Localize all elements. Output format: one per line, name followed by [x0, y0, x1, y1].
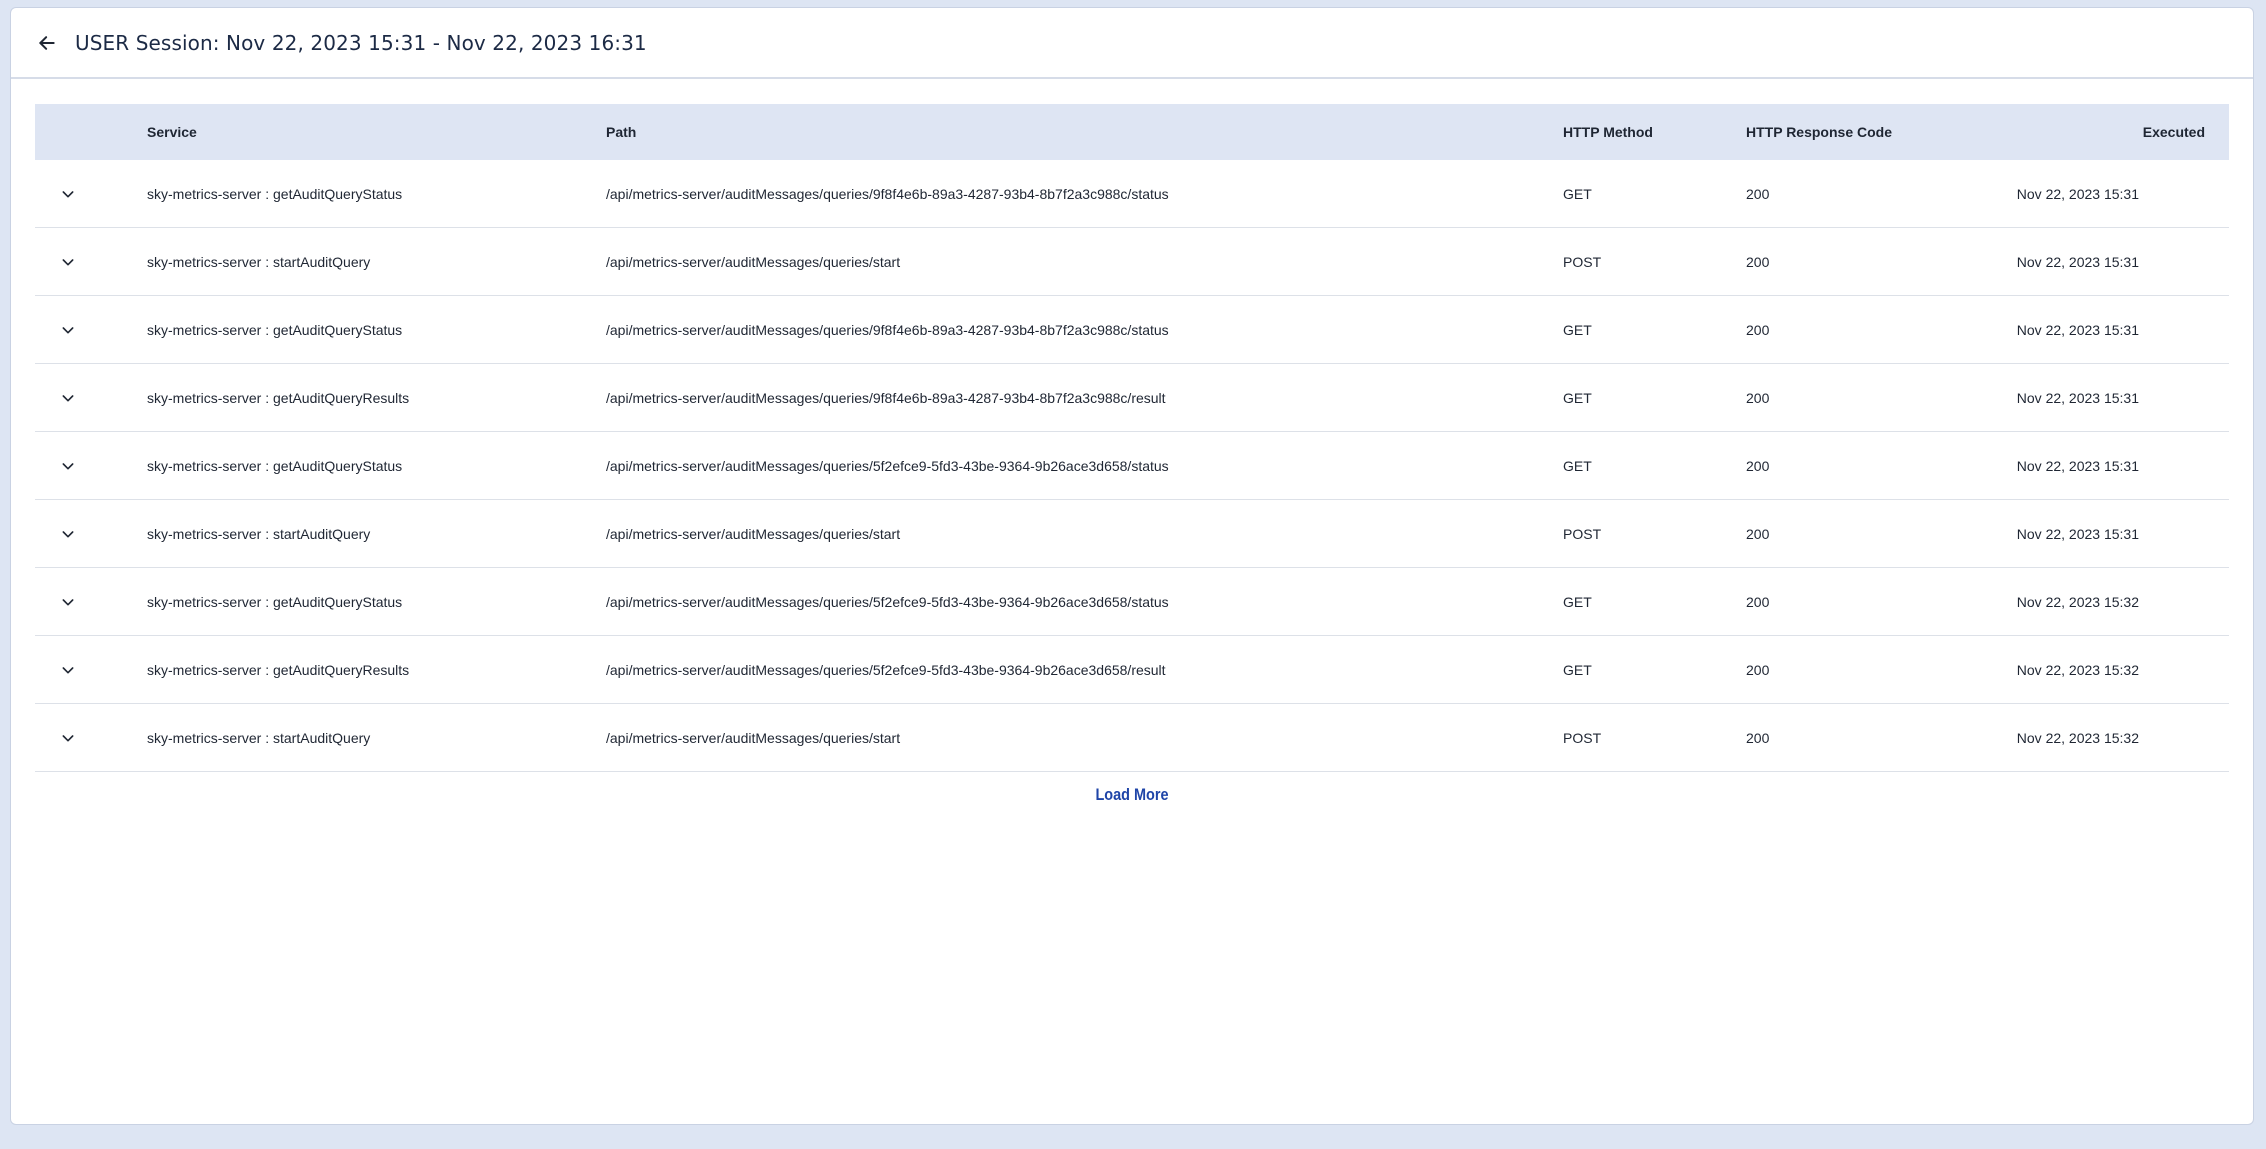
- expand-row-button[interactable]: [54, 316, 82, 344]
- table-row[interactable]: sky-metrics-server : getAuditQueryResult…: [35, 636, 2229, 704]
- cell-http-method: GET: [1563, 593, 1592, 610]
- load-more-button[interactable]: Load More: [179, 785, 2085, 805]
- expand-cell: [35, 384, 147, 412]
- cell-path: /api/metrics-server/auditMessages/querie…: [606, 525, 901, 542]
- cell-http-method: GET: [1563, 321, 1592, 338]
- session-panel: USER Session: Nov 22, 2023 15:31 - Nov 2…: [10, 7, 2254, 1125]
- column-header-http-response-code[interactable]: HTTP Response Code: [1746, 124, 2009, 140]
- requests-table: Service Path HTTP Method HTTP Response C…: [35, 104, 2229, 772]
- cell-http-response-code: 200: [1746, 321, 1770, 338]
- expand-cell: [35, 180, 147, 208]
- table-row[interactable]: sky-metrics-server : startAuditQuery/api…: [35, 500, 2229, 568]
- cell-executed: Nov 22, 2023 15:32: [2016, 661, 2139, 678]
- cell-service: sky-metrics-server : getAuditQueryStatus: [147, 457, 403, 474]
- cell-service: sky-metrics-server : getAuditQueryResult…: [147, 661, 410, 678]
- table-body: sky-metrics-server : getAuditQueryStatus…: [35, 160, 2229, 772]
- cell-http-response-code: 200: [1746, 185, 1770, 202]
- cell-path: /api/metrics-server/auditMessages/querie…: [606, 321, 1169, 338]
- expand-row-button[interactable]: [54, 724, 82, 752]
- page-header: USER Session: Nov 22, 2023 15:31 - Nov 2…: [11, 8, 2253, 79]
- cell-service: sky-metrics-server : startAuditQuery: [147, 525, 371, 542]
- cell-service: sky-metrics-server : getAuditQueryStatus: [147, 321, 403, 338]
- cell-service: sky-metrics-server : getAuditQueryStatus: [147, 593, 403, 610]
- cell-http-response-code: 200: [1746, 661, 1770, 678]
- expand-row-button[interactable]: [54, 452, 82, 480]
- cell-http-response-code: 200: [1746, 389, 1770, 406]
- cell-path: /api/metrics-server/auditMessages/querie…: [606, 185, 1169, 202]
- cell-service: sky-metrics-server : startAuditQuery: [147, 729, 371, 746]
- table-row[interactable]: sky-metrics-server : getAuditQueryStatus…: [35, 432, 2229, 500]
- chevron-down-icon: [62, 326, 74, 333]
- table-row[interactable]: sky-metrics-server : startAuditQuery/api…: [35, 228, 2229, 296]
- back-button[interactable]: [29, 25, 65, 61]
- cell-http-response-code: 200: [1746, 729, 1770, 746]
- cell-executed: Nov 22, 2023 15:32: [2016, 593, 2139, 610]
- expand-cell: [35, 656, 147, 684]
- chevron-down-icon: [62, 462, 74, 469]
- column-header-path[interactable]: Path: [606, 124, 1563, 140]
- expand-row-button[interactable]: [54, 520, 82, 548]
- cell-http-method: GET: [1563, 389, 1592, 406]
- expand-row-button[interactable]: [54, 248, 82, 276]
- cell-path: /api/metrics-server/auditMessages/querie…: [606, 457, 1169, 474]
- cell-http-method: POST: [1563, 729, 1602, 746]
- chevron-down-icon: [62, 190, 74, 197]
- cell-path: /api/metrics-server/auditMessages/querie…: [606, 661, 1166, 678]
- cell-http-method: GET: [1563, 185, 1592, 202]
- cell-http-response-code: 200: [1746, 457, 1770, 474]
- cell-executed: Nov 22, 2023 15:31: [2016, 389, 2139, 406]
- arrow-left-icon: [39, 35, 55, 50]
- chevron-down-icon: [62, 530, 74, 537]
- expand-cell: [35, 316, 147, 344]
- cell-path: /api/metrics-server/auditMessages/querie…: [606, 593, 1169, 610]
- cell-path: /api/metrics-server/auditMessages/querie…: [606, 253, 901, 270]
- expand-cell: [35, 724, 147, 752]
- cell-service: sky-metrics-server : getAuditQueryStatus: [147, 185, 403, 202]
- chevron-down-icon: [62, 258, 74, 265]
- cell-executed: Nov 22, 2023 15:31: [2016, 321, 2139, 338]
- expand-cell: [35, 588, 147, 616]
- chevron-down-icon: [62, 734, 74, 741]
- table-header-row: Service Path HTTP Method HTTP Response C…: [35, 104, 2229, 160]
- chevron-down-icon: [62, 666, 74, 673]
- cell-http-method: GET: [1563, 661, 1592, 678]
- cell-executed: Nov 22, 2023 15:31: [2016, 185, 2139, 202]
- column-header-service[interactable]: Service: [147, 124, 606, 140]
- expand-row-button[interactable]: [54, 656, 82, 684]
- cell-http-method: GET: [1563, 457, 1592, 474]
- expand-row-button[interactable]: [54, 384, 82, 412]
- table-row[interactable]: sky-metrics-server : getAuditQueryStatus…: [35, 296, 2229, 364]
- column-header-http-method[interactable]: HTTP Method: [1563, 124, 1746, 140]
- cell-http-response-code: 200: [1746, 593, 1770, 610]
- table-row[interactable]: sky-metrics-server : getAuditQueryStatus…: [35, 160, 2229, 228]
- page-title: USER Session: Nov 22, 2023 15:31 - Nov 2…: [75, 30, 647, 55]
- expand-cell: [35, 452, 147, 480]
- table-row[interactable]: sky-metrics-server : startAuditQuery/api…: [35, 704, 2229, 772]
- cell-service: sky-metrics-server : startAuditQuery: [147, 253, 371, 270]
- cell-executed: Nov 22, 2023 15:32: [2016, 729, 2139, 746]
- expand-row-button[interactable]: [54, 588, 82, 616]
- expand-cell: [35, 520, 147, 548]
- column-header-executed[interactable]: Executed: [2009, 124, 2229, 140]
- cell-path: /api/metrics-server/auditMessages/querie…: [606, 389, 1166, 406]
- cell-http-method: POST: [1563, 253, 1602, 270]
- chevron-down-icon: [62, 394, 74, 401]
- cell-executed: Nov 22, 2023 15:31: [2016, 457, 2139, 474]
- table-row[interactable]: sky-metrics-server : getAuditQueryStatus…: [35, 568, 2229, 636]
- cell-http-response-code: 200: [1746, 253, 1770, 270]
- cell-path: /api/metrics-server/auditMessages/querie…: [606, 729, 901, 746]
- table-row[interactable]: sky-metrics-server : getAuditQueryResult…: [35, 364, 2229, 432]
- cell-http-response-code: 200: [1746, 525, 1770, 542]
- cell-http-method: POST: [1563, 525, 1602, 542]
- cell-executed: Nov 22, 2023 15:31: [2016, 253, 2139, 270]
- expand-row-button[interactable]: [54, 180, 82, 208]
- cell-service: sky-metrics-server : getAuditQueryResult…: [147, 389, 410, 406]
- cell-executed: Nov 22, 2023 15:31: [2016, 525, 2139, 542]
- expand-cell: [35, 248, 147, 276]
- chevron-down-icon: [62, 598, 74, 605]
